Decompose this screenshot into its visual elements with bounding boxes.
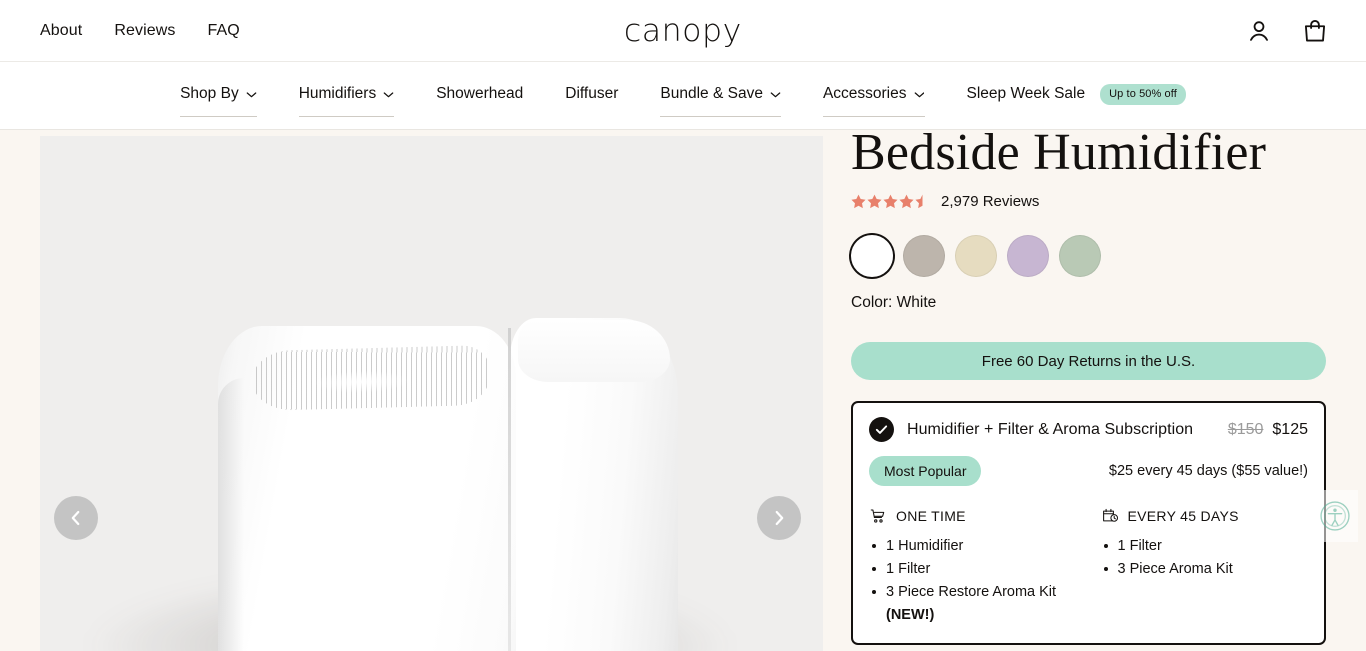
cart-icon bbox=[869, 507, 887, 525]
product-details: Bedside Humidifier 2,979 Reviews Color: … bbox=[851, 126, 1326, 645]
list-item: 3 Piece Restore Aroma Kit (NEW!) bbox=[869, 581, 1089, 627]
brand-logo[interactable]: canopy bbox=[624, 13, 742, 49]
color-swatch-sand[interactable] bbox=[955, 235, 997, 278]
gallery-prev-button[interactable] bbox=[54, 496, 98, 540]
list-item: 1 Filter bbox=[869, 558, 1089, 581]
plan-title: Humidifier + Filter & Aroma Subscription bbox=[907, 420, 1194, 438]
nav-item-label: Humidifiers bbox=[298, 85, 377, 102]
page-root: About Reviews FAQ canopy Shop By Humidif… bbox=[0, 0, 1366, 651]
humidifier-seam bbox=[508, 328, 511, 651]
sale-badge: Up to 50% off bbox=[1100, 83, 1186, 105]
recurring-list: 1 Filter 3 Piece Aroma Kit bbox=[1101, 535, 1309, 581]
humidifier-grille bbox=[251, 344, 491, 412]
gallery-next-button[interactable] bbox=[757, 496, 801, 540]
color-swatch-lavender[interactable] bbox=[1007, 235, 1049, 278]
chevron-down-icon bbox=[770, 91, 781, 98]
recurring-heading-label: EVERY 45 DAYS bbox=[1127, 508, 1239, 525]
nav-item-shop-by[interactable]: Shop By bbox=[180, 85, 257, 117]
reviews-count[interactable]: 2,979 Reviews bbox=[941, 193, 1039, 210]
subscription-plan-card[interactable]: Humidifier + Filter & Aroma Subscription… bbox=[851, 401, 1326, 645]
nav-item-label: Shop By bbox=[180, 85, 239, 102]
humidifier-front-panel bbox=[218, 326, 516, 651]
list-item-text: 1 Filter bbox=[1117, 538, 1162, 555]
plan-recurring-column: EVERY 45 DAYS 1 Filter 3 Piece Aroma Kit bbox=[1089, 507, 1309, 627]
nav-item-showerhead[interactable]: Showerhead bbox=[436, 85, 523, 106]
chevron-down-icon bbox=[914, 91, 925, 98]
most-popular-badge: Most Popular bbox=[869, 456, 982, 487]
plan-subrow: Most Popular $25 every 45 days ($55 valu… bbox=[869, 456, 1308, 487]
list-item-text: 3 Piece Aroma Kit bbox=[1117, 560, 1233, 577]
calendar-clock-icon bbox=[1101, 507, 1119, 525]
price-current: $125 bbox=[1272, 420, 1308, 438]
list-item-text: 1 Humidifier bbox=[886, 538, 964, 555]
product-gallery[interactable] bbox=[40, 136, 823, 651]
nav-link-about[interactable]: About bbox=[40, 22, 82, 40]
accessibility-widget-button[interactable] bbox=[1312, 490, 1358, 542]
plan-contents: ONE TIME 1 Humidifier 1 Filter 3 Piece R… bbox=[869, 507, 1308, 627]
list-item-text: 3 Piece Restore Aroma Kit bbox=[886, 583, 1057, 600]
returns-banner[interactable]: Free 60 Day Returns in the U.S. bbox=[851, 342, 1326, 381]
nav-link-reviews[interactable]: Reviews bbox=[114, 22, 175, 40]
cart-icon[interactable] bbox=[1302, 18, 1328, 44]
nav-item-label: Bundle & Save bbox=[660, 85, 763, 102]
account-icon[interactable] bbox=[1246, 18, 1272, 44]
chevron-down-icon bbox=[383, 91, 394, 98]
price-original: $150 bbox=[1227, 420, 1264, 438]
color-swatch-white[interactable] bbox=[851, 235, 893, 278]
nav-item-diffuser[interactable]: Diffuser bbox=[565, 85, 618, 106]
humidifier-edge-shading bbox=[218, 378, 244, 651]
rating-row: 2,979 Reviews bbox=[851, 193, 1326, 210]
nav-item-label: Sleep Week Sale bbox=[966, 85, 1086, 102]
list-item: 1 Humidifier bbox=[869, 535, 1089, 558]
color-swatch-sage[interactable] bbox=[1059, 235, 1101, 278]
list-item-text: 1 Filter bbox=[886, 560, 931, 577]
chevron-down-icon bbox=[246, 91, 257, 98]
list-item-emphasis: (NEW!) bbox=[886, 606, 935, 623]
check-circle-icon[interactable] bbox=[869, 417, 894, 443]
primary-nav: Shop By Humidifiers Showerhead Diffuser … bbox=[0, 62, 1366, 130]
color-swatches bbox=[851, 235, 1326, 278]
nav-link-faq[interactable]: FAQ bbox=[207, 22, 239, 40]
selected-color-label: Color: White bbox=[851, 294, 937, 312]
nav-item-accessories[interactable]: Accessories bbox=[822, 85, 925, 117]
nav-item-label: Diffuser bbox=[565, 85, 619, 102]
one-time-heading-label: ONE TIME bbox=[896, 508, 966, 525]
star-rating[interactable] bbox=[851, 194, 930, 209]
list-item: 1 Filter bbox=[1101, 535, 1309, 558]
nav-item-label: Accessories bbox=[822, 85, 907, 102]
utility-nav: About Reviews FAQ bbox=[40, 22, 240, 40]
nav-item-sleep-week-sale[interactable]: Sleep Week Sale Up to 50% off bbox=[966, 83, 1186, 108]
plan-prices: $150 $125 bbox=[1228, 421, 1308, 439]
plan-header: Humidifier + Filter & Aroma Subscription… bbox=[869, 417, 1308, 443]
one-time-list: 1 Humidifier 1 Filter 3 Piece Restore Ar… bbox=[869, 535, 1089, 627]
top-header: About Reviews FAQ canopy bbox=[0, 0, 1366, 62]
one-time-heading: ONE TIME bbox=[869, 507, 1089, 525]
product-image-humidifier bbox=[218, 310, 678, 651]
plan-one-time-column: ONE TIME 1 Humidifier 1 Filter 3 Piece R… bbox=[869, 507, 1089, 627]
plan-cadence: $25 every 45 days ($55 value!) bbox=[1108, 463, 1308, 480]
nav-item-humidifiers[interactable]: Humidifiers bbox=[298, 85, 395, 117]
humidifier-top-highlight bbox=[518, 320, 670, 382]
recurring-heading: EVERY 45 DAYS bbox=[1101, 507, 1309, 525]
product-title: Bedside Humidifier bbox=[851, 124, 1267, 181]
header-icons bbox=[1246, 0, 1328, 62]
color-swatch-taupe[interactable] bbox=[903, 235, 945, 278]
list-item: 3 Piece Aroma Kit bbox=[1101, 558, 1309, 581]
nav-item-bundle-save[interactable]: Bundle & Save bbox=[660, 85, 781, 117]
nav-item-label: Showerhead bbox=[436, 85, 524, 102]
